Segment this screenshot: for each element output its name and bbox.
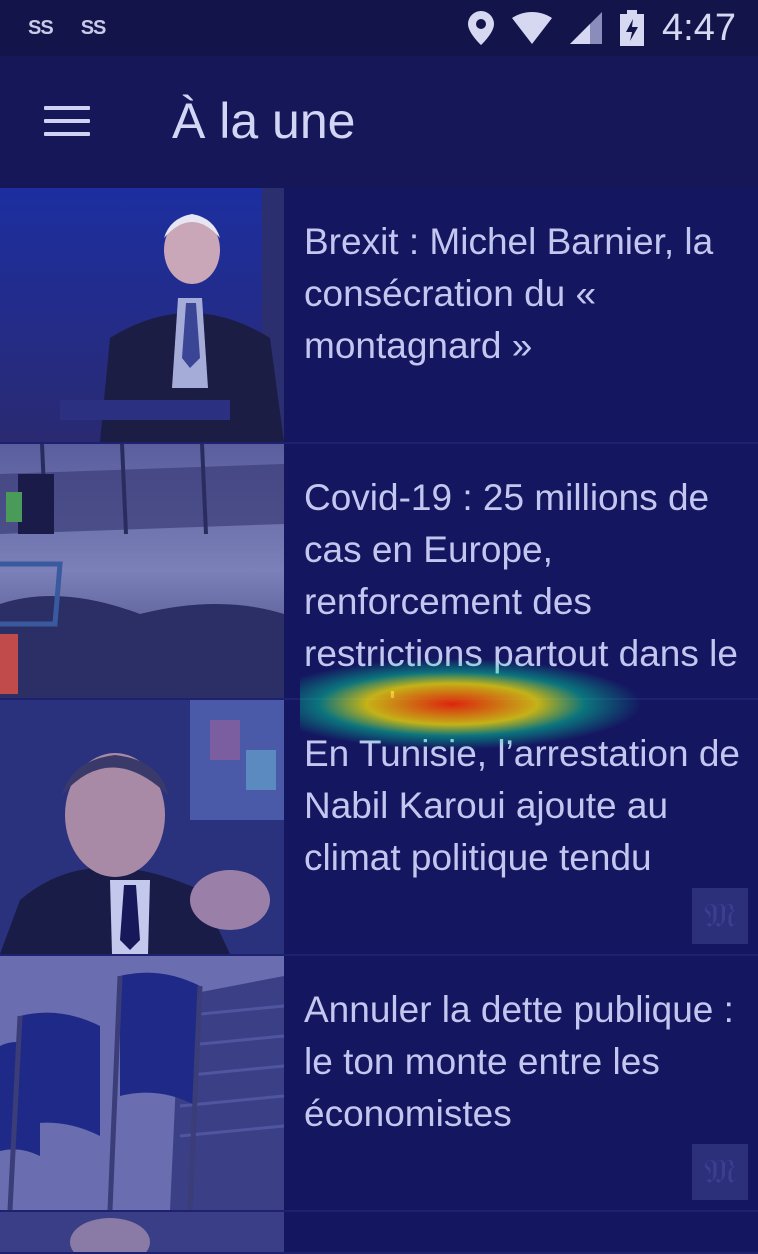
status-bar: SS SS 4:47 xyxy=(0,0,758,56)
article-headline: Brexit : Michel Barnier, la consécration… xyxy=(304,221,714,366)
list-item[interactable] xyxy=(0,1212,758,1254)
article-thumbnail xyxy=(0,700,284,954)
article-list: Brexit : Michel Barnier, la consécration… xyxy=(0,188,758,1254)
article-headline: Covid-19 : 25 millions de cas en Europe,… xyxy=(304,477,738,698)
publisher-logo: 𝔐 xyxy=(692,888,748,944)
signal-icon xyxy=(570,12,603,44)
article-headline: Annuler la dette publique : le ton monte… xyxy=(304,989,734,1134)
wifi-icon xyxy=(512,12,553,44)
article-headline: En Tunisie, l’arrestation de Nabil Karou… xyxy=(304,733,741,878)
list-item[interactable]: En Tunisie, l’arrestation de Nabil Karou… xyxy=(0,700,758,956)
article-thumbnail xyxy=(0,1212,284,1252)
hamburger-menu-icon[interactable] xyxy=(44,106,90,140)
location-icon xyxy=(468,11,495,45)
app-bar: À la une xyxy=(0,56,758,188)
list-item[interactable]: Covid-19 : 25 millions de cas en Europe,… xyxy=(0,444,758,700)
article-thumbnail xyxy=(0,956,284,1210)
list-item[interactable]: Brexit : Michel Barnier, la consécration… xyxy=(0,188,758,444)
notification-icon: SS xyxy=(28,16,54,39)
article-thumbnail xyxy=(0,444,284,698)
page-title: À la une xyxy=(172,93,356,149)
clock: 4:47 xyxy=(662,6,736,49)
list-item[interactable]: Annuler la dette publique : le ton monte… xyxy=(0,956,758,1212)
notification-icon: SS xyxy=(80,16,107,39)
publisher-logo: 𝔐 xyxy=(692,1144,748,1200)
article-thumbnail xyxy=(0,188,284,442)
battery-charging-icon xyxy=(620,10,645,46)
